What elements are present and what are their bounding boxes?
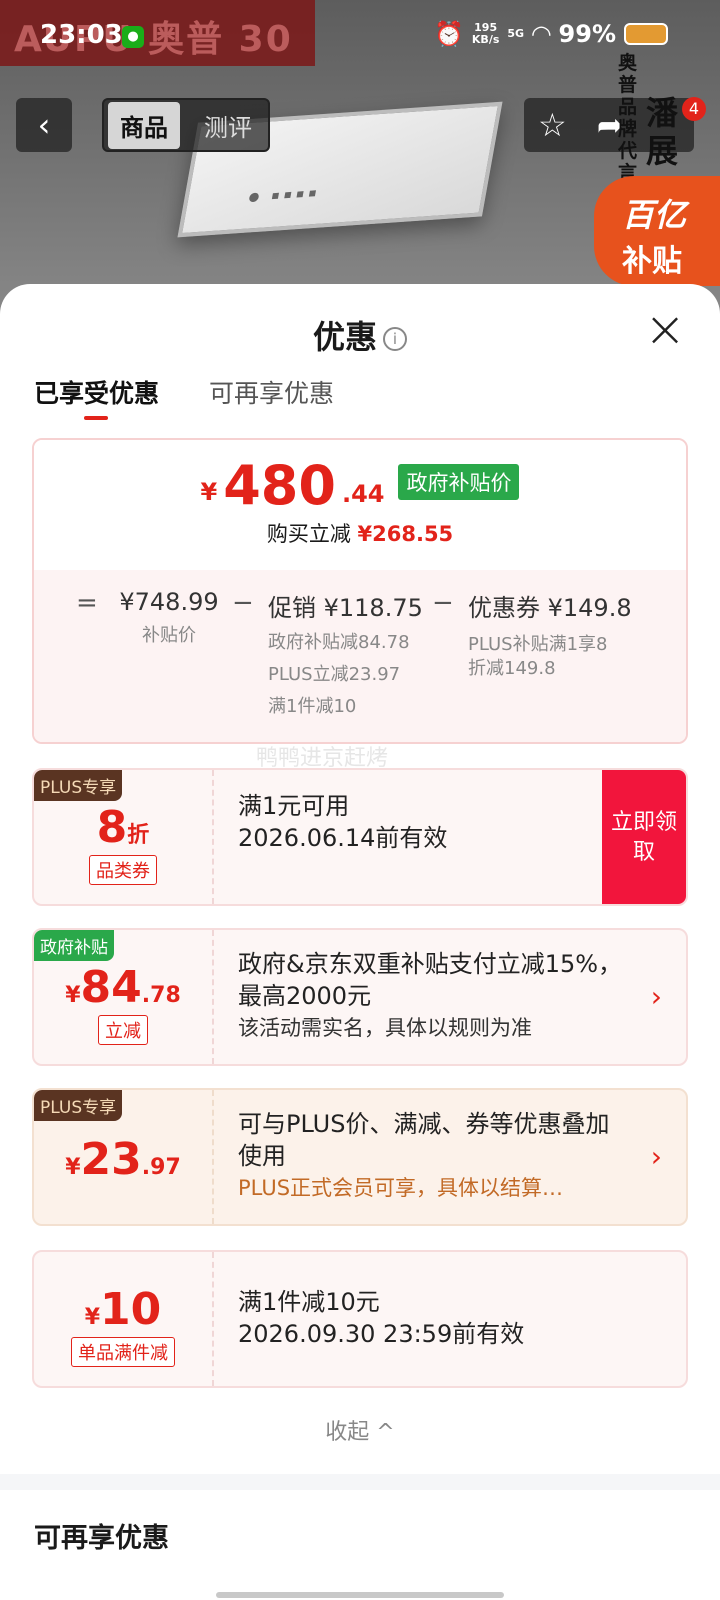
coupon-condition: 满1件减10元 <box>238 1288 380 1316</box>
status-bar: 23:03 ● ⏰ 195 KB/s 5G ◠ 99% <box>0 14 720 62</box>
coupon-card[interactable]: PLUS专享 ¥23.97 可与PLUS价、满减、券等优惠叠加使用 PLUS正式… <box>32 1088 688 1226</box>
coupon-description: 可与PLUS价、满减、券等优惠叠加使用 <box>238 1110 610 1170</box>
more-discounts-title: 可再享优惠 <box>34 1523 169 1554</box>
promo-detail: 政府补贴减84.78 <box>268 632 410 653</box>
promo-detail: PLUS立减23.97 <box>268 664 401 685</box>
coupon-amount: ¥23.97 <box>65 1134 181 1185</box>
tab-enjoyed[interactable]: 已享受优惠 <box>34 374 159 420</box>
coupon-breakdown: 优惠券 ¥149.8 PLUS补贴满1享8 折减149.8 <box>468 594 632 679</box>
tab-product[interactable]: 商品 <box>108 101 180 149</box>
home-indicator[interactable] <box>216 1592 504 1598</box>
subsidy-badge[interactable]: 百亿 补贴 <box>594 176 720 286</box>
coupon-condition: 满1元可用 <box>238 792 350 820</box>
coupon-detail: PLUS补贴满1享8 <box>468 634 608 655</box>
chevron-right-icon: › <box>650 1140 662 1173</box>
alarm-icon: ⏰ <box>434 20 464 48</box>
battery-percent: 99% <box>558 20 616 48</box>
discount-tabs: 已享受优惠 可再享优惠 <box>34 374 334 420</box>
coupon-detail: 折减149.8 <box>468 658 556 679</box>
coupon-expiry: 2026.09.30 23:59前有效 <box>238 1320 525 1348</box>
signal-icon: 5G <box>507 27 525 40</box>
chevron-right-icon: › <box>650 980 662 1013</box>
plus-tag: PLUS专享 <box>34 770 123 801</box>
minus-sign: − <box>432 588 454 618</box>
gov-subsidy-tag: 政府补贴 <box>34 930 114 961</box>
plus-tag: PLUS专享 <box>34 1090 123 1121</box>
coupon-card[interactable]: 政府补贴 ¥84.78 立减 政府&京东双重补贴支付立减15%，最高2000元 … <box>32 928 688 1066</box>
coupon-card[interactable]: PLUS专享 8折 品类券 满1元可用 2026.06.14前有效 立即领取 <box>32 768 688 906</box>
clock: 23:03 <box>40 20 123 50</box>
minus-sign: − <box>232 588 254 618</box>
coupon-expiry: 2026.06.14前有效 <box>238 824 448 852</box>
battery-icon <box>624 23 668 45</box>
wifi-icon: ◠ <box>532 20 551 48</box>
coupon-amount: 8折 <box>96 802 150 853</box>
tab-review[interactable]: 测评 <box>192 102 264 149</box>
coupon-type: 立减 <box>98 1015 148 1045</box>
total-saving: 购买立减 ¥268.55 <box>266 522 454 546</box>
coupon-type: 品类券 <box>89 855 157 885</box>
coupon-amount: ¥84.78 <box>65 962 181 1013</box>
info-icon[interactable]: i <box>383 327 407 351</box>
claim-coupon-button[interactable]: 立即领取 <box>602 770 686 904</box>
base-price: ¥748.99 补贴价 <box>119 588 219 646</box>
coupon-description: 政府&京东双重补贴支付立减15%，最高2000元 <box>238 950 623 1010</box>
spokesperson-caption: 奥普品牌代言 <box>618 52 638 184</box>
back-button[interactable]: ‹ <box>16 98 72 152</box>
gov-subsidy-tag: 政府补贴价 <box>398 464 520 500</box>
coupon-card[interactable]: ¥10 单品满件减 满1件减10元 2026.09.30 23:59前有效 <box>32 1250 688 1388</box>
sheet-title: 优惠 i <box>0 312 720 358</box>
coupon-note: 该活动需实名，具体以规则为准 <box>238 1016 532 1040</box>
promo-detail: 满1件减10 <box>268 696 357 717</box>
tab-more-available[interactable]: 可再享优惠 <box>209 374 334 410</box>
collapse-button[interactable]: 收起 ^ <box>0 1414 720 1446</box>
product-tabs: 商品 测评 <box>102 98 270 152</box>
wechat-notification-icon: ● <box>122 26 144 48</box>
final-price: ¥ 480 .44 政府补贴价 <box>34 458 686 514</box>
section-divider <box>0 1474 720 1490</box>
status-icons: ⏰ 195 KB/s 5G ◠ 99% <box>434 20 668 48</box>
discount-sheet: 优惠 i × 已享受优惠 可再享优惠 ¥ 480 .44 政府补贴价 购买立减 ¥… <box>0 284 720 1600</box>
coupon-note: PLUS正式会员可享，具体以结算… <box>238 1176 564 1200</box>
spokesperson-name: 潘展 <box>646 94 679 170</box>
network-speed: 195 KB/s <box>471 21 500 46</box>
favorite-star-icon[interactable]: ☆ <box>538 106 567 144</box>
coupon-type: 单品满件减 <box>71 1337 175 1367</box>
price-summary: ¥ 480 .44 政府补贴价 购买立减 ¥268.55 = ¥748.99 补… <box>32 438 688 744</box>
close-button[interactable]: × <box>644 302 686 356</box>
coupon-amount: ¥10 <box>84 1284 162 1335</box>
promo-breakdown: 促销 ¥118.75 政府补贴减84.78 PLUS立减23.97 满1件减10 <box>268 588 423 723</box>
equals-sign: = <box>76 588 98 618</box>
